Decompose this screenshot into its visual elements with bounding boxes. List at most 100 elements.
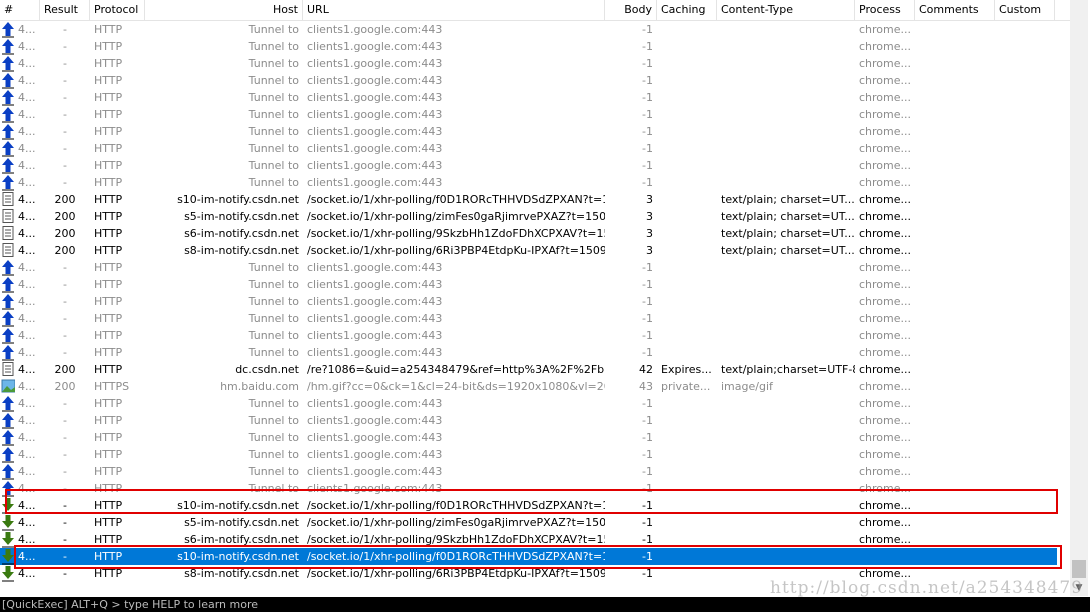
cell-caching: private... xyxy=(661,380,711,393)
cell-protocol: HTTP xyxy=(94,40,123,53)
table-row-selected[interactable]: 4... - HTTP s10-im-notify.csdn.net/socket.i… xyxy=(0,548,1057,565)
cell-id: 4... xyxy=(18,329,36,342)
cell-url: clients1.google.com:443 xyxy=(307,176,443,189)
cell-body: -1 xyxy=(642,176,653,189)
table-row[interactable]: 4... - HTTP Tunnel to clients1.google.com:44… xyxy=(0,123,1057,140)
cell-host: s8-im-notify.csdn.net xyxy=(184,567,299,580)
cell-process: chrome... xyxy=(859,397,912,410)
cell-id: 4... xyxy=(18,244,36,257)
document-icon xyxy=(1,191,15,208)
column-header-url[interactable]: URL xyxy=(303,0,605,20)
cell-protocol: HTTP xyxy=(94,397,123,410)
table-row[interactable]: 4... - HTTP s5-im-notify.csdn.net/socket.io… xyxy=(0,514,1057,531)
table-row[interactable]: 4... - HTTP Tunnel to clients1.google.com:44… xyxy=(0,429,1057,446)
column-header-protocol[interactable]: Protocol xyxy=(90,0,145,20)
cell-body: -1 xyxy=(642,142,653,155)
cell-process: chrome... xyxy=(859,414,912,427)
cell-caching xyxy=(657,429,717,446)
cell-protocol: HTTP xyxy=(94,499,123,512)
table-row[interactable]: 4... - HTTP Tunnel to clients1.google.com:44… xyxy=(0,72,1057,89)
cell-ctype xyxy=(717,123,855,140)
cell-body: -1 xyxy=(642,516,653,529)
column-header-[interactable]: # xyxy=(0,0,40,20)
table-row[interactable]: 4... - HTTP Tunnel to clients1.google.com:44… xyxy=(0,140,1057,157)
cell-url: /socket.io/1/xhr-polling/zimFes0gaRjimrv… xyxy=(307,516,605,529)
table-row[interactable]: 4... - HTTP Tunnel to clients1.google.com:44… xyxy=(0,174,1057,191)
cell-host: Tunnel to xyxy=(248,482,299,495)
cell-host: s5-im-notify.csdn.net xyxy=(184,516,299,529)
table-row[interactable]: 4... 200 HTTP s8-im-notify.csdn.net/socket.… xyxy=(0,242,1057,259)
table-row[interactable]: 4... - HTTP Tunnel to clients1.google.com:44… xyxy=(0,106,1057,123)
cell-caching xyxy=(657,174,717,191)
table-row[interactable]: 4... - HTTP s6-im-notify.csdn.net/socket.io… xyxy=(0,531,1057,548)
upload-arrow-icon xyxy=(1,327,15,344)
cell-body: -1 xyxy=(642,346,653,359)
table-row[interactable]: 4... 200 HTTPS hm.baidu.com/hm.gif?cc=0&ck=… xyxy=(0,378,1057,395)
cell-url: clients1.google.com:443 xyxy=(307,261,443,274)
cell-id: 4... xyxy=(18,91,36,104)
cell-process: chrome... xyxy=(859,159,912,172)
table-row[interactable]: 4... - HTTP Tunnel to clients1.google.com:44… xyxy=(0,310,1057,327)
table-row[interactable]: 4... - HTTP Tunnel to clients1.google.com:44… xyxy=(0,276,1057,293)
table-row[interactable]: 4... - HTTP Tunnel to clients1.google.com:44… xyxy=(0,38,1057,55)
cell-ctype xyxy=(717,344,855,361)
cell-ctype xyxy=(717,157,855,174)
table-row[interactable]: 4... - HTTP Tunnel to clients1.google.com:44… xyxy=(0,21,1057,38)
cell-caching xyxy=(657,123,717,140)
cell-result: - xyxy=(63,295,67,308)
table-row[interactable]: 4... - HTTP Tunnel to clients1.google.com:44… xyxy=(0,157,1057,174)
cell-caching xyxy=(657,55,717,72)
document-icon xyxy=(1,225,15,242)
scrollbar-thumb[interactable] xyxy=(1072,560,1086,578)
cell-caching xyxy=(657,242,717,259)
cell-ctype xyxy=(717,174,855,191)
cell-ctype xyxy=(717,446,855,463)
sessions-list[interactable]: # Result Protocol Host URL Body Caching Content… xyxy=(0,0,1070,596)
table-row[interactable]: 4... - HTTP Tunnel to clients1.google.com:44… xyxy=(0,89,1057,106)
table-row[interactable]: 4... - HTTP Tunnel to clients1.google.com:44… xyxy=(0,446,1057,463)
column-header-contenttype[interactable]: Content-Type xyxy=(717,0,855,20)
cell-process: chrome... xyxy=(859,227,912,240)
cell-result: - xyxy=(63,550,67,563)
cell-ctype xyxy=(717,514,855,531)
table-row[interactable]: 4... 200 HTTP s5-im-notify.csdn.net/socket.… xyxy=(0,208,1057,225)
quickexec-bar[interactable]: [QuickExec] ALT+Q > type HELP to learn m… xyxy=(0,597,1090,612)
column-header-caching[interactable]: Caching xyxy=(657,0,717,20)
table-row[interactable]: 4... - HTTP Tunnel to clients1.google.com:44… xyxy=(0,412,1057,429)
table-row[interactable]: 4... - HTTP Tunnel to clients1.google.com:44… xyxy=(0,327,1057,344)
cell-ctype xyxy=(717,463,855,480)
table-row[interactable]: 4... - HTTP Tunnel to clients1.google.com:44… xyxy=(0,293,1057,310)
table-row[interactable]: 4... 200 HTTP s10-im-notify.csdn.net/socket… xyxy=(0,191,1057,208)
table-row[interactable]: 4... - HTTP Tunnel to clients1.google.com:44… xyxy=(0,480,1057,497)
cell-url: /socket.io/1/xhr-polling/zimFes0gaRjimrv… xyxy=(307,210,605,223)
cell-body: 3 xyxy=(646,244,653,257)
cell-url: clients1.google.com:443 xyxy=(307,346,443,359)
cell-result: - xyxy=(63,108,67,121)
column-header-result[interactable]: Result xyxy=(40,0,90,20)
upload-arrow-icon xyxy=(1,412,15,429)
table-row[interactable]: 4... - HTTP Tunnel to clients1.google.com:44… xyxy=(0,55,1057,72)
cell-id: 4... xyxy=(18,159,36,172)
column-header-process[interactable]: Process xyxy=(855,0,915,20)
cell-process: chrome... xyxy=(859,499,912,512)
column-header-host[interactable]: Host xyxy=(145,0,303,20)
cell-host: dc.csdn.net xyxy=(235,363,299,376)
cell-protocol: HTTP xyxy=(94,414,123,427)
vertical-scrollbar[interactable]: ▼ xyxy=(1070,0,1088,596)
table-row[interactable]: 4... - HTTP Tunnel to clients1.google.com:44… xyxy=(0,344,1057,361)
table-row[interactable]: 4... - HTTP Tunnel to clients1.google.com:44… xyxy=(0,463,1057,480)
cell-host: s5-im-notify.csdn.net xyxy=(184,210,299,223)
column-header-body[interactable]: Body xyxy=(605,0,657,20)
cell-host: s10-im-notify.csdn.net xyxy=(177,550,299,563)
cell-process: chrome... xyxy=(859,193,912,206)
column-header-custom[interactable]: Custom xyxy=(995,0,1055,20)
table-row[interactable]: 4... 200 HTTP dc.csdn.net/re?1086=&uid=a254… xyxy=(0,361,1057,378)
table-row[interactable]: 4... - HTTP s10-im-notify.csdn.net/socket.i… xyxy=(0,497,1057,514)
cell-id: 4... xyxy=(18,533,36,546)
cell-id: 4... xyxy=(18,346,36,359)
table-row[interactable]: 4... - HTTP Tunnel to clients1.google.com:44… xyxy=(0,395,1057,412)
column-header-comments[interactable]: Comments xyxy=(915,0,995,20)
table-row[interactable]: 4... - HTTP Tunnel to clients1.google.com:44… xyxy=(0,259,1057,276)
table-row[interactable]: 4... 200 HTTP s6-im-notify.csdn.net/socket.… xyxy=(0,225,1057,242)
cell-url: clients1.google.com:443 xyxy=(307,465,443,478)
